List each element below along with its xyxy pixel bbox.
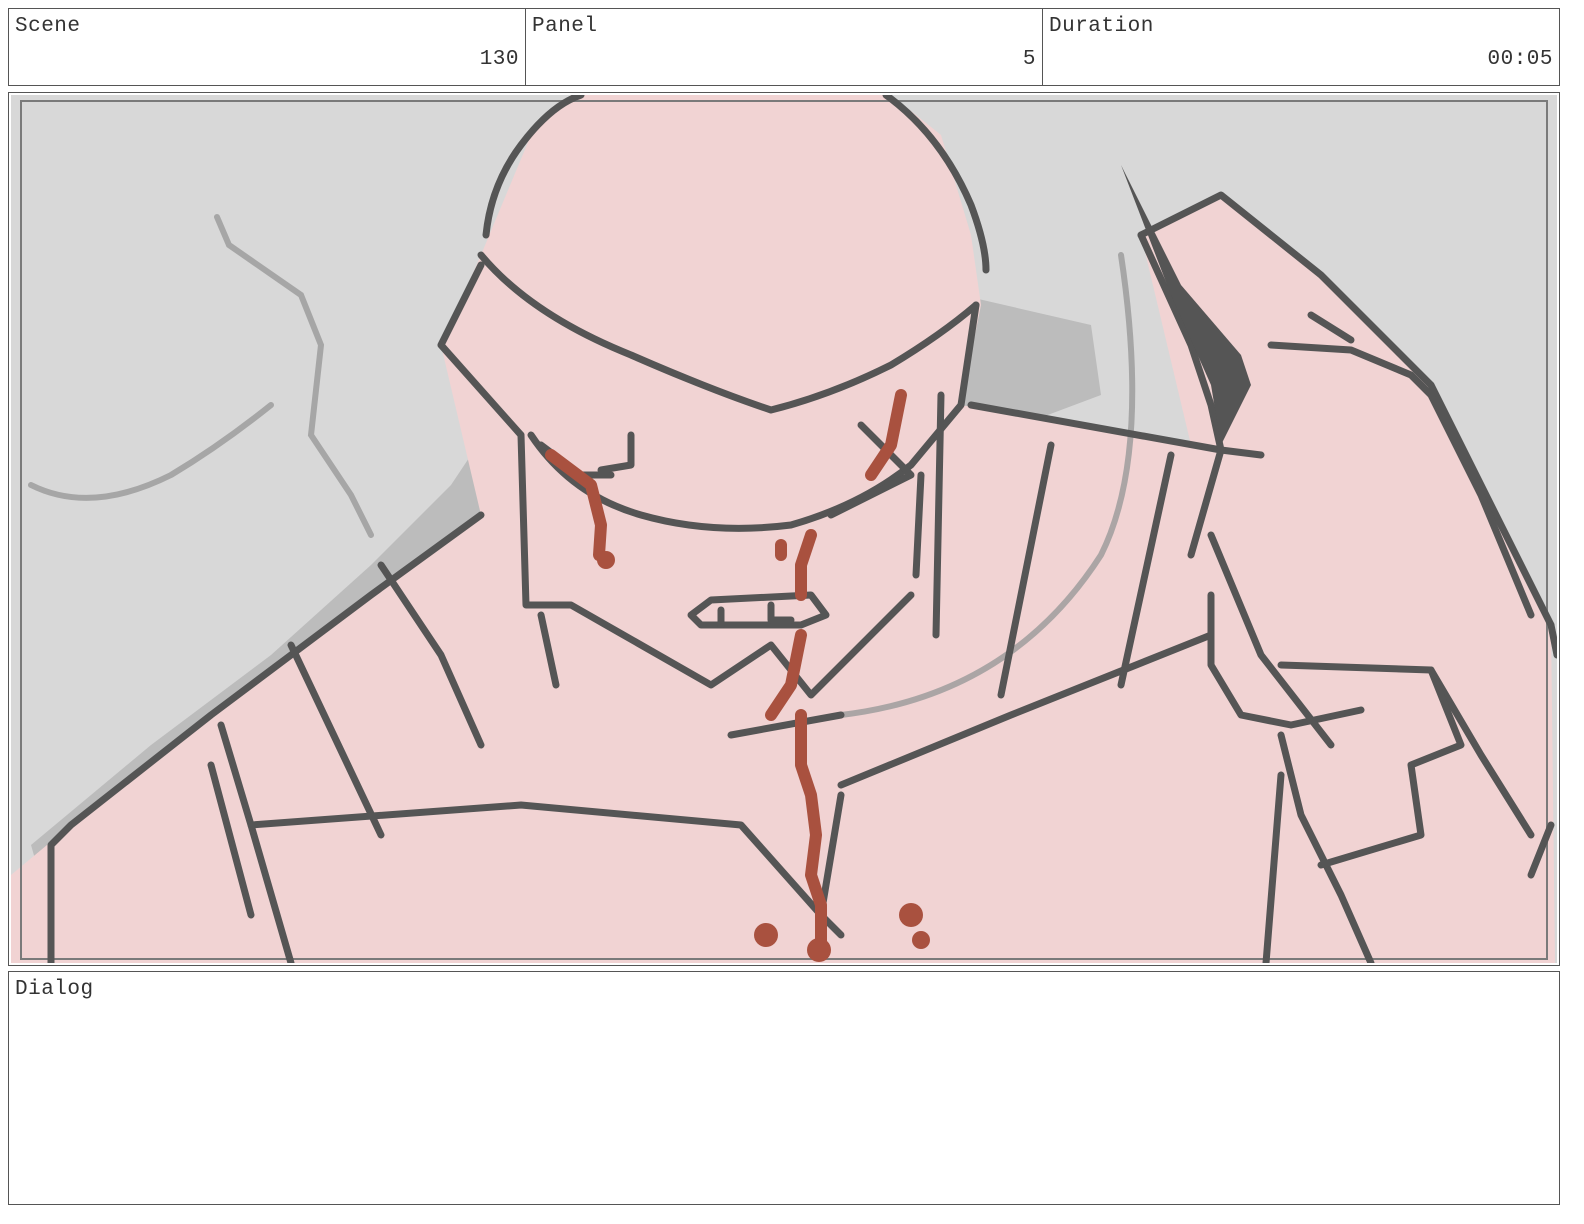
- storyboard-sketch-image: [11, 95, 1557, 963]
- panel-value: 5: [1022, 48, 1036, 71]
- scene-value: 130: [479, 48, 519, 71]
- panel-cell: Panel 5: [526, 9, 1043, 85]
- scene-label: Scene: [15, 15, 81, 38]
- duration-value: 00:05: [1487, 48, 1553, 71]
- duration-cell: Duration 00:05: [1043, 9, 1559, 85]
- dialog-box: Dialog: [8, 971, 1560, 1205]
- dialog-label: Dialog: [15, 978, 94, 1001]
- duration-label: Duration: [1049, 15, 1154, 38]
- panel-label: Panel: [532, 15, 598, 38]
- scene-cell: Scene 130: [9, 9, 526, 85]
- storyboard-panel-frame: [8, 92, 1560, 966]
- panel-header: Scene 130 Panel 5 Duration 00:05: [8, 8, 1560, 86]
